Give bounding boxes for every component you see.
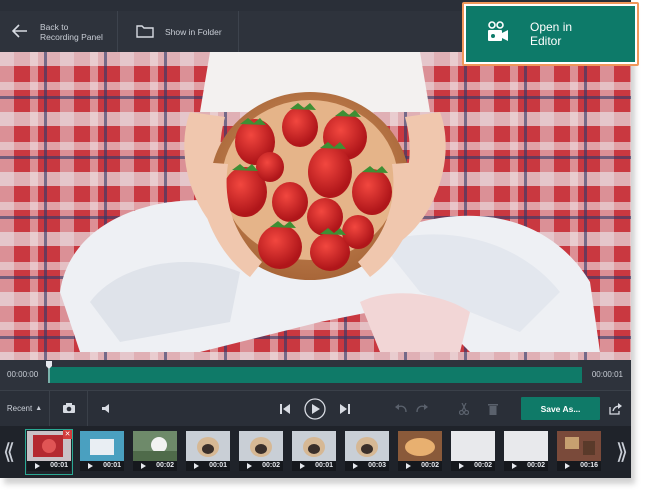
play-small-icon xyxy=(459,463,464,469)
speaker-icon xyxy=(102,404,109,413)
share-button[interactable] xyxy=(604,391,626,426)
app-window: Back to Recording Panel Show in Folder 0… xyxy=(0,0,631,478)
recording-thumbnail[interactable]: 00:02 xyxy=(398,431,442,473)
recording-thumbnail[interactable]: 00:01 xyxy=(292,431,336,473)
double-chevron-left-icon: ⟪ xyxy=(2,439,16,464)
delete-button[interactable] xyxy=(484,391,502,426)
skip-forward-icon xyxy=(340,403,350,414)
recent-dropdown[interactable]: Recent ▲ xyxy=(0,391,50,426)
camera-icon xyxy=(62,403,75,413)
timeline: 00:00:00 00:00:01 xyxy=(0,360,631,390)
scroll-left-button[interactable]: ⟪ xyxy=(0,426,18,478)
current-time: 00:00:00 xyxy=(7,370,39,379)
playhead-handle[interactable] xyxy=(46,361,52,383)
undo-icon xyxy=(395,403,407,412)
thumbnail-image xyxy=(557,431,601,461)
thumbnail-duration: 00:16 xyxy=(557,461,601,471)
thumbnail-duration: 00:02 xyxy=(451,461,495,471)
previous-frame-button[interactable] xyxy=(274,391,296,426)
play-small-icon xyxy=(88,463,93,469)
recording-thumbnail[interactable]: 00:01 xyxy=(80,431,124,473)
timeline-track[interactable] xyxy=(48,367,582,383)
share-icon xyxy=(608,402,622,415)
thumbnail-image xyxy=(398,431,442,461)
recording-thumbnail[interactable]: 00:02 xyxy=(504,431,548,473)
thumbnail-image xyxy=(133,431,177,461)
save-as-button[interactable]: Save As... xyxy=(521,397,600,420)
recent-label: Recent xyxy=(6,404,33,413)
play-small-icon xyxy=(406,463,411,469)
next-frame-button[interactable] xyxy=(334,391,356,426)
open-in-editor-label: Open in Editor xyxy=(530,20,573,48)
cut-button[interactable] xyxy=(455,391,473,426)
play-small-icon xyxy=(247,463,252,469)
thumbnail-image xyxy=(451,431,495,461)
snapshot-button[interactable] xyxy=(50,391,88,426)
thumbnail-duration: 00:02 xyxy=(239,461,283,471)
video-preview xyxy=(0,52,631,360)
play-small-icon xyxy=(512,463,517,469)
preview-image xyxy=(0,52,631,360)
recordings-filmstrip: ⟪ 00:01 ✕ 00:01 00:02 00:01 00:02 00:01 00:03 00… xyxy=(0,426,631,478)
folder-icon xyxy=(119,11,165,52)
thumbnail-duration: 00:01 xyxy=(27,461,71,471)
open-in-editor-button[interactable]: Open in Editor xyxy=(466,6,635,62)
thumbnail-duration: 00:02 xyxy=(133,461,177,471)
recording-thumbnail[interactable]: 00:02 xyxy=(451,431,495,473)
play-small-icon xyxy=(300,463,305,469)
thumbnail-image xyxy=(80,431,124,461)
total-duration: 00:00:01 xyxy=(591,370,623,379)
play-small-icon xyxy=(194,463,199,469)
thumbnail-image xyxy=(345,431,389,461)
thumbnail-duration: 00:03 xyxy=(345,461,389,471)
play-small-icon xyxy=(35,463,40,469)
thumbnail-image xyxy=(186,431,230,461)
double-chevron-right-icon: ⟫ xyxy=(615,439,629,464)
redo-button[interactable] xyxy=(413,391,431,426)
play-button[interactable] xyxy=(302,391,328,426)
thumbnail-image xyxy=(504,431,548,461)
thumbnail-duration: 00:02 xyxy=(504,461,548,471)
redo-icon xyxy=(416,403,428,412)
recording-thumbnail[interactable]: 00:01 ✕ xyxy=(25,429,73,475)
recording-thumbnail[interactable]: 00:01 xyxy=(186,431,230,473)
play-small-icon xyxy=(353,463,358,469)
thumbnail-image xyxy=(239,431,283,461)
show-in-folder-button[interactable]: Show in Folder xyxy=(119,11,239,52)
play-small-icon xyxy=(141,463,146,469)
thumbnail-duration: 00:01 xyxy=(80,461,124,471)
play-small-icon xyxy=(565,463,570,469)
back-button-label: Back to Recording Panel xyxy=(40,21,103,42)
recording-thumbnail[interactable]: 00:02 xyxy=(239,431,283,473)
recording-thumbnail[interactable]: 00:02 xyxy=(133,431,177,473)
remove-thumbnail-icon[interactable]: ✕ xyxy=(63,430,72,439)
playback-controls: Recent ▲ Save As... xyxy=(0,390,631,426)
recording-thumbnail[interactable]: 00:16 xyxy=(557,431,601,473)
film-editor-icon xyxy=(466,6,530,62)
recording-thumbnail[interactable]: 00:03 xyxy=(345,431,389,473)
scissors-icon xyxy=(459,402,469,415)
back-arrow-icon xyxy=(0,11,40,52)
back-to-recording-panel-button[interactable]: Back to Recording Panel xyxy=(0,11,118,52)
caret-up-icon: ▲ xyxy=(35,405,43,412)
trash-icon xyxy=(488,403,498,415)
thumbnail-image xyxy=(292,431,336,461)
undo-button[interactable] xyxy=(392,391,410,426)
scroll-right-button[interactable]: ⟫ xyxy=(613,426,631,478)
thumbnail-duration: 00:01 xyxy=(292,461,336,471)
show-in-folder-label: Show in Folder xyxy=(165,26,222,37)
play-icon xyxy=(304,397,326,420)
volume-button[interactable] xyxy=(88,391,126,426)
thumbnail-duration: 00:02 xyxy=(398,461,442,471)
thumbnail-duration: 00:01 xyxy=(186,461,230,471)
skip-back-icon xyxy=(280,403,290,414)
